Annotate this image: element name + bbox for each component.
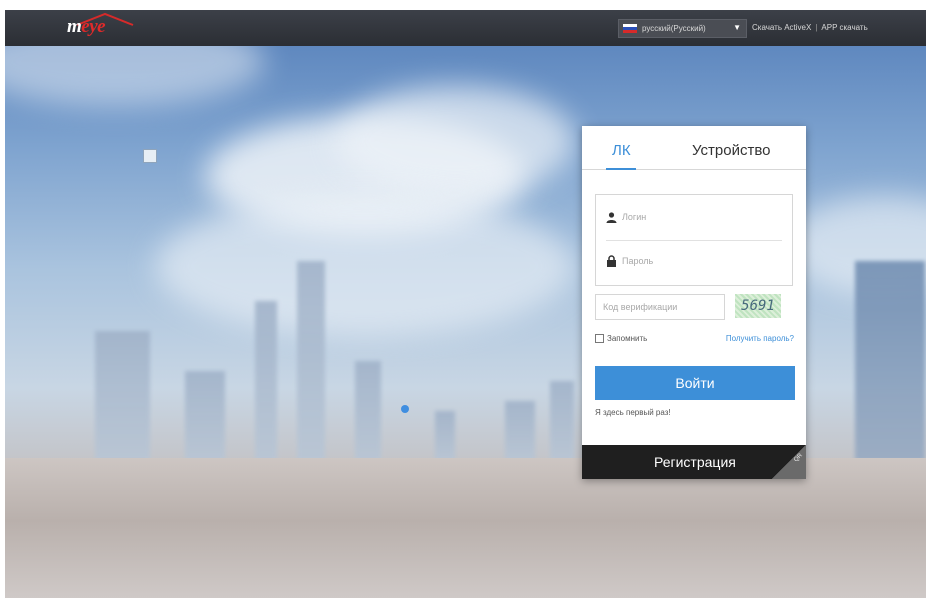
captcha-image[interactable]: 5691 <box>735 294 781 318</box>
register-button[interactable]: Регистрация QR <box>582 445 806 479</box>
chevron-down-icon: ▼ <box>733 23 741 32</box>
page-frame: meye русский(Русский) ▼ Скачать ActiveX |… <box>5 10 926 598</box>
qr-code-icon[interactable]: QR <box>772 445 806 479</box>
language-select[interactable]: русский(Русский) ▼ <box>618 19 747 38</box>
slide-indicator-dot[interactable] <box>401 405 409 413</box>
first-time-text: Я здесь первый раз! <box>595 408 671 417</box>
username-placeholder: Логин <box>622 212 647 222</box>
tab-device[interactable]: Устройство <box>692 142 770 159</box>
password-field[interactable]: Пароль <box>606 251 653 271</box>
remember-checkbox[interactable]: Запомнить <box>595 334 647 343</box>
tab-active-indicator <box>606 168 636 170</box>
download-app-link[interactable]: APP скачать <box>821 23 867 32</box>
checkbox-icon <box>595 334 604 343</box>
forgot-password-link[interactable]: Получить пароль? <box>726 334 794 343</box>
tab-account[interactable]: ЛК <box>612 142 631 159</box>
credentials-divider <box>606 240 782 241</box>
user-icon <box>606 211 617 223</box>
login-panel: ЛК Устройство Логин Пароль Код верификац… <box>582 126 806 479</box>
logo[interactable]: meye <box>67 16 106 42</box>
password-placeholder: Пароль <box>622 256 654 266</box>
captcha-input[interactable]: Код верификации <box>595 294 725 320</box>
link-separator: | <box>815 23 818 32</box>
russia-flag-icon <box>623 23 637 34</box>
download-activex-link[interactable]: Скачать ActiveX <box>752 23 811 32</box>
username-field[interactable]: Логин <box>606 207 646 227</box>
login-button[interactable]: Войти <box>595 366 795 400</box>
top-bar: meye русский(Русский) ▼ Скачать ActiveX |… <box>5 10 926 46</box>
image-placeholder-icon[interactable] <box>143 149 157 163</box>
lock-icon <box>607 255 616 267</box>
language-label: русский(Русский) <box>642 24 706 33</box>
top-links: Скачать ActiveX | APP скачать <box>752 23 868 32</box>
credentials-box: Логин Пароль <box>595 194 793 286</box>
register-label: Регистрация <box>654 454 736 470</box>
ground <box>5 458 926 598</box>
remember-label: Запомнить <box>607 334 648 343</box>
